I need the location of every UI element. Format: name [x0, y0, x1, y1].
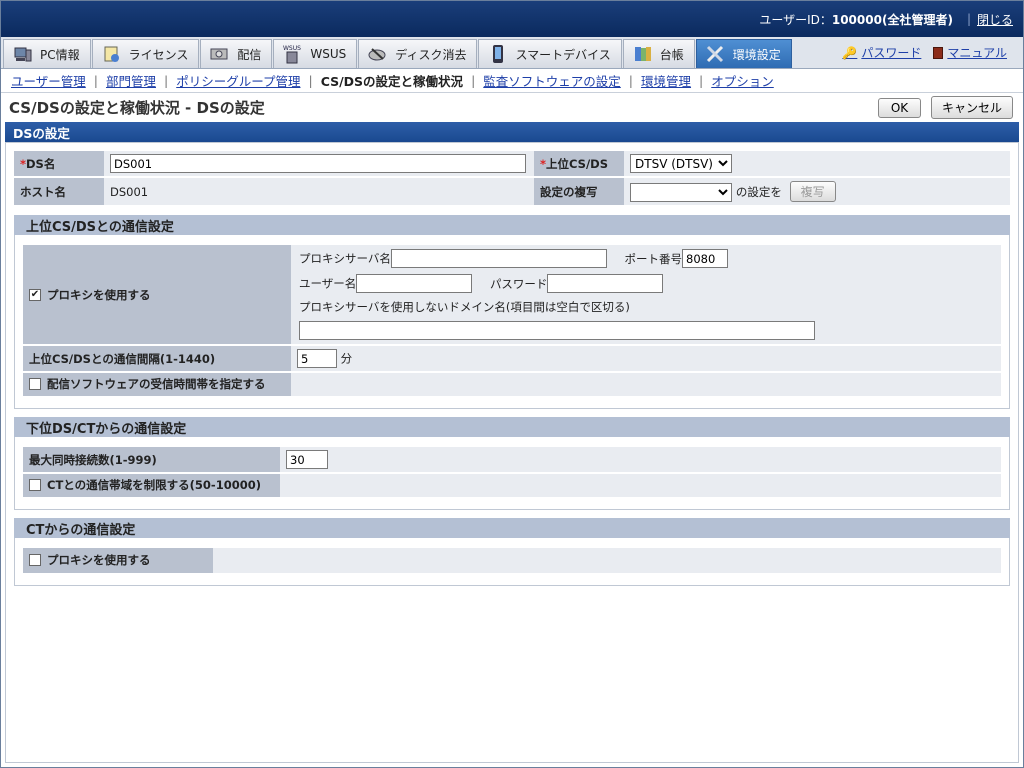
upper-cs-select[interactable]: DTSV (DTSV) — [630, 154, 732, 173]
ledger-icon — [632, 44, 654, 64]
top-header: ユーザーID：100000(全社管理者) | 閉じる — [1, 1, 1023, 37]
section-header: DSの設定 — [5, 122, 1019, 142]
tab-settings[interactable]: 環境設定 — [695, 39, 792, 68]
pc-icon — [12, 44, 34, 64]
copy-source-select[interactable] — [630, 182, 732, 202]
proxy-password-input[interactable] — [547, 274, 664, 293]
ds-name-input[interactable] — [110, 154, 526, 173]
tab-disk-erase[interactable]: ディスク消去 — [358, 39, 478, 68]
host-name-value: DS001 — [104, 177, 534, 207]
svg-text:WSUS: WSUS — [283, 45, 301, 52]
book-icon — [933, 46, 944, 59]
tab-pc-info[interactable]: PC情報 — [3, 39, 91, 68]
subnav-options[interactable]: オプション — [711, 71, 774, 90]
main-content: *DS名 *上位CS/DS DTSV (DTSV) ホスト名 DS001 設定の… — [5, 142, 1019, 763]
host-name-label: ホスト名 — [14, 177, 104, 207]
license-icon — [101, 44, 123, 64]
copy-settings-label: 設定の複写 — [534, 177, 624, 207]
no-proxy-domains-input[interactable] — [299, 321, 815, 340]
distribution-icon — [209, 44, 231, 64]
max-conn-input[interactable] — [286, 450, 328, 469]
sub-navigation: ユーザー管理 | 部門管理 | ポリシーグループ管理 | CS/DSの設定と稼働状況 |… — [1, 69, 1023, 93]
subnav-current: CS/DSの設定と稼働状況 — [320, 74, 464, 89]
interval-label: 上位CS/DSとの通信間隔(1-1440) — [23, 345, 291, 373]
ct-use-proxy-checkbox[interactable]: プロキシを使用する — [29, 552, 151, 568]
ct-comm-group: CTからの通信設定 プロキシを使用する — [14, 518, 1010, 586]
copy-button[interactable]: 複写 — [789, 181, 836, 202]
disk-erase-icon — [367, 44, 389, 64]
tab-license[interactable]: ライセンス — [91, 39, 200, 68]
checkmark-icon: ✔ — [29, 289, 41, 301]
cancel-button[interactable]: キャンセル — [930, 95, 1013, 119]
upper-comm-group: 上位CS/DSとの通信設定 ✔ プロキシを使用する プロキシサーバ名 ポート番号 … — [14, 215, 1010, 409]
manual-link[interactable]: マニュアル — [933, 44, 1007, 61]
close-link[interactable]: 閉じる — [977, 11, 1013, 28]
subnav-monitor-sw[interactable]: 監査ソフトウェアの設定 — [483, 71, 621, 90]
tab-smart-device[interactable]: スマートデバイス — [478, 39, 622, 68]
ds-name-label: *DS名 — [14, 151, 104, 178]
tab-distribution[interactable]: 配信 — [200, 39, 273, 68]
key-icon: 🔑 — [842, 45, 858, 60]
page-title: CS/DSの設定と稼働状況 - DSの設定 — [9, 98, 265, 117]
proxy-user-input[interactable] — [356, 274, 473, 293]
basic-settings-table: *DS名 *上位CS/DS DTSV (DTSV) ホスト名 DS001 設定の… — [14, 151, 1010, 207]
subnav-user-mgmt[interactable]: ユーザー管理 — [11, 71, 86, 90]
ok-button[interactable]: OK — [877, 97, 922, 118]
port-input[interactable] — [682, 249, 729, 268]
lower-comm-title: 下位DS/CTからの通信設定 — [14, 417, 1010, 437]
max-conn-label: 最大同時接続数(1-999) — [23, 447, 280, 474]
user-id: ユーザーID：100000(全社管理者) — [759, 12, 953, 27]
proxy-server-input[interactable] — [390, 249, 607, 268]
tab-wsus[interactable]: WSUS WSUS — [273, 39, 358, 68]
password-link[interactable]: 🔑 パスワード — [842, 44, 921, 61]
lower-comm-group: 下位DS/CTからの通信設定 最大同時接続数(1-999) CTとの通信帯域を制… — [14, 417, 1010, 510]
wsus-icon: WSUS — [282, 44, 304, 64]
interval-input[interactable] — [297, 349, 337, 368]
upper-comm-title: 上位CS/DSとの通信設定 — [14, 215, 1010, 235]
subnav-policy-group[interactable]: ポリシーグループ管理 — [176, 71, 300, 90]
upper-cs-label: *上位CS/DS — [534, 151, 624, 178]
ct-comm-title: CTからの通信設定 — [14, 518, 1010, 538]
receive-time-checkbox[interactable]: 配信ソフトウェアの受信時間帯を指定する — [29, 376, 266, 392]
bandwidth-limit-checkbox[interactable]: CTとの通信帯域を制限する(50-10000) — [29, 477, 261, 493]
main-tabs: PC情報 ライセンス 配信 WSUS WSUS ディスク消去 スマートデバイス … — [1, 37, 1023, 69]
settings-icon — [705, 44, 727, 64]
smart-device-icon — [487, 44, 509, 64]
upper-use-proxy-checkbox[interactable]: ✔ プロキシを使用する — [29, 287, 151, 303]
subnav-env-mgmt[interactable]: 環境管理 — [641, 71, 691, 90]
subnav-dept-mgmt[interactable]: 部門管理 — [106, 71, 156, 90]
tab-ledger[interactable]: 台帳 — [622, 39, 695, 68]
page-titlebar: CS/DSの設定と稼働状況 - DSの設定 OK キャンセル — [1, 93, 1023, 121]
